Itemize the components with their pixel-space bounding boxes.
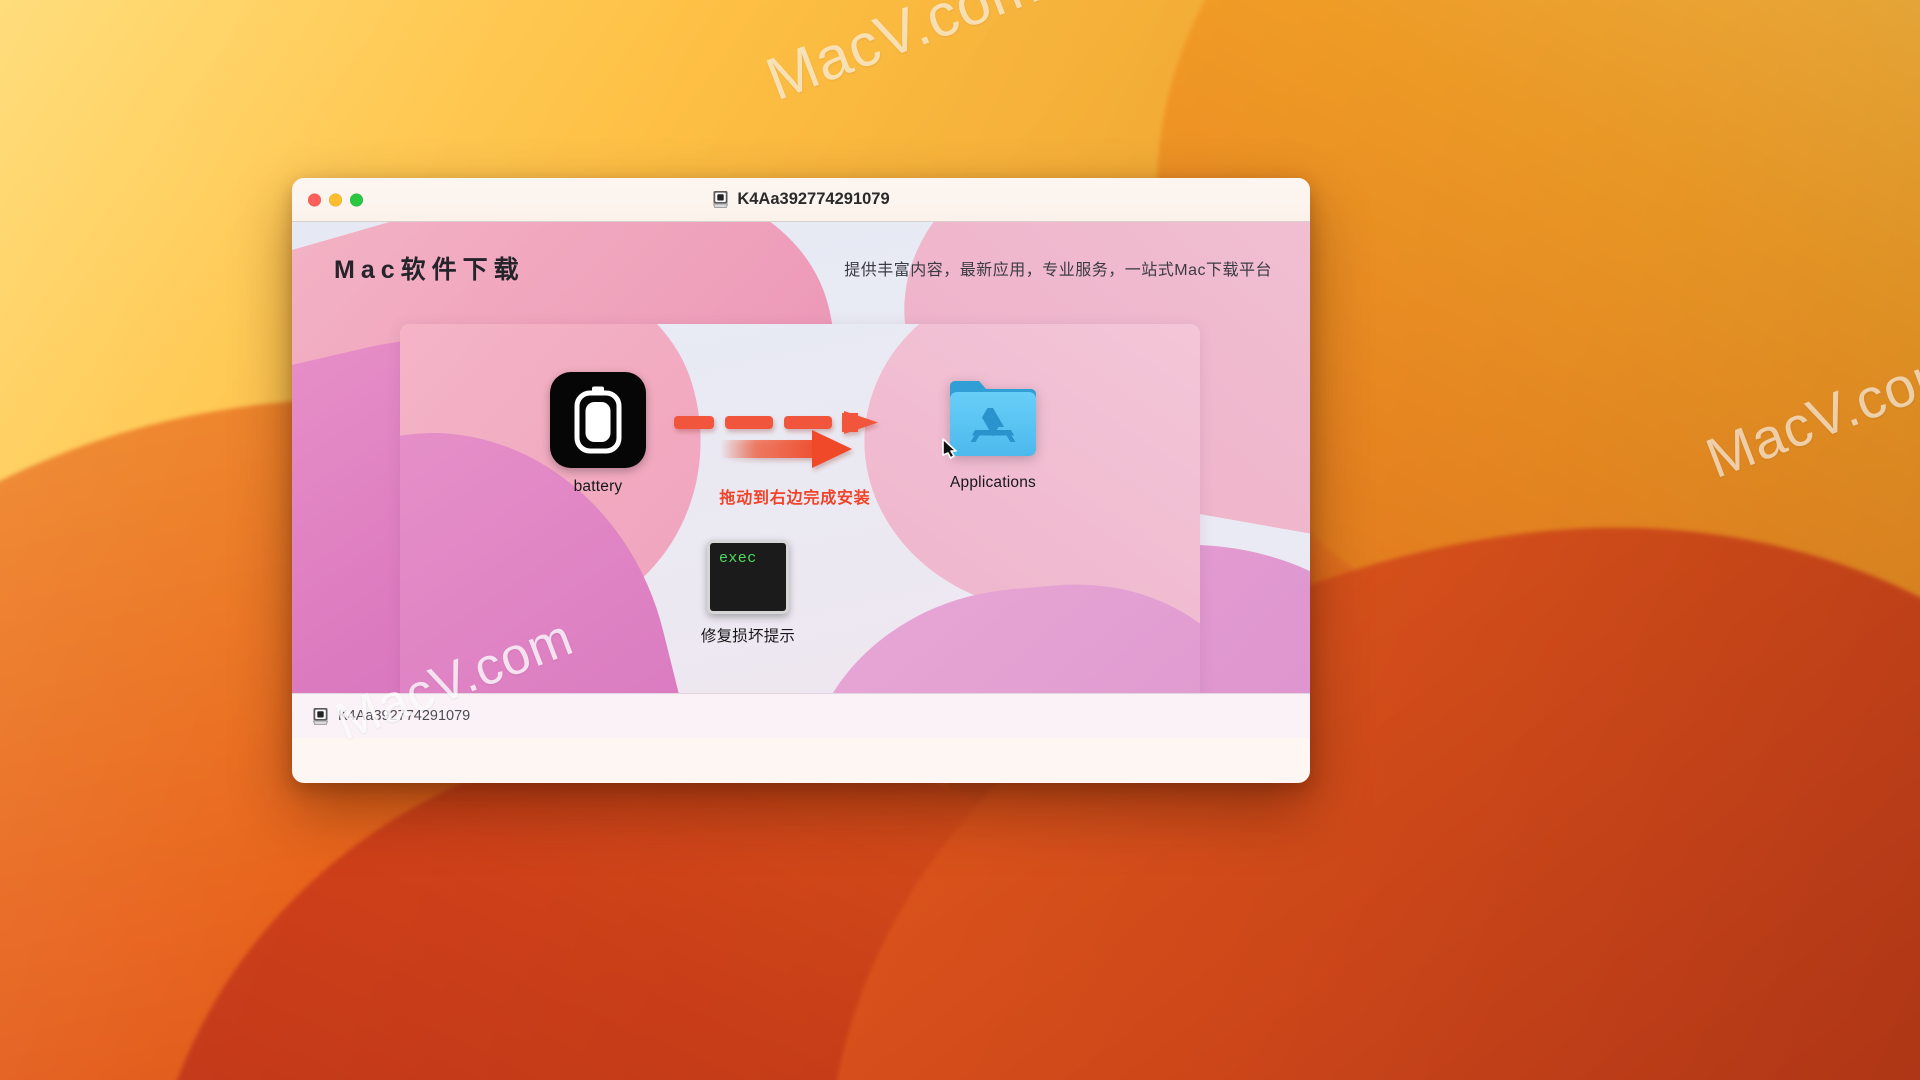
window-titlebar[interactable]: K4Aa392774291079 xyxy=(292,178,1310,222)
dashed-right-arrow-icon xyxy=(674,411,878,468)
applications-folder-item[interactable]: Applications xyxy=(898,372,1088,492)
window-title: K4Aa392774291079 xyxy=(712,190,890,209)
drag-arrow-group xyxy=(672,400,912,486)
alias-arrow-icon xyxy=(942,438,957,459)
terminal-text: exec xyxy=(719,550,757,567)
drag-instruction-text: 拖动到右边完成安装 xyxy=(719,490,871,507)
applications-folder-graphic[interactable] xyxy=(941,372,1045,464)
exec-script-item[interactable]: exec 修复损坏提示 xyxy=(658,540,838,646)
traffic-light-group xyxy=(308,193,363,206)
content-header: Mac软件下载 提供丰富内容，最新应用，专业服务，一站式Mac下载平台 xyxy=(292,222,1310,314)
window-title-text: K4Aa392774291079 xyxy=(737,190,890,208)
exec-script-label: 修复损坏提示 xyxy=(700,628,796,645)
close-button[interactable] xyxy=(308,193,321,206)
app-icon-battery[interactable]: battery xyxy=(518,372,678,496)
page-title: Mac软件下载 xyxy=(334,256,525,284)
disk-drive-icon xyxy=(713,191,729,208)
battery-icon xyxy=(574,386,622,454)
battery-app-tile[interactable] xyxy=(550,372,646,468)
disk-drive-icon xyxy=(312,707,329,725)
minimize-button[interactable] xyxy=(329,193,342,206)
page-subtitle: 提供丰富内容，最新应用，专业服务，一站式Mac下载平台 xyxy=(844,262,1272,279)
terminal-icon[interactable]: exec xyxy=(707,540,789,614)
zoom-button[interactable] xyxy=(350,193,363,206)
